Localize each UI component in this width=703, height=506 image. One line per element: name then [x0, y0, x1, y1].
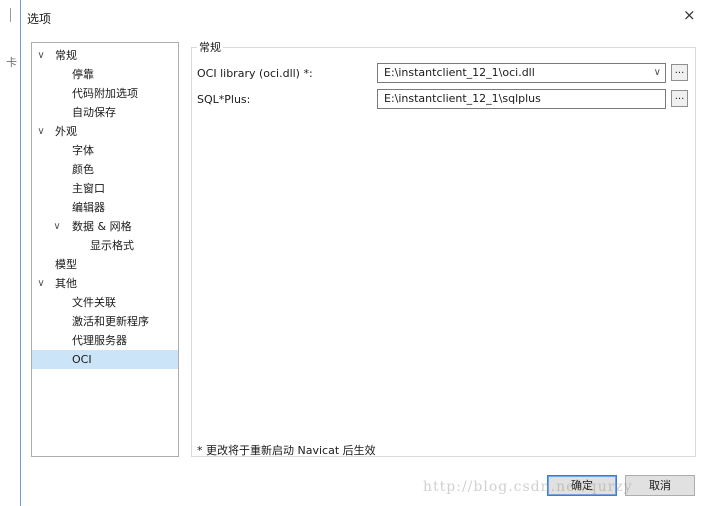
tree-item-activation-update[interactable]: 激活和更新程序	[72, 312, 149, 331]
close-icon[interactable]: ×	[683, 8, 696, 23]
chevron-down-icon[interactable]: ∨	[35, 122, 47, 141]
sqlplus-field[interactable]: E:\instantclient_12_1\sqlplus	[377, 89, 666, 109]
window-edge-mark: 卡	[6, 56, 17, 69]
tree-item-label: 数据 & 网格	[72, 220, 132, 233]
window-edge-tick	[10, 8, 11, 22]
chevron-down-icon[interactable]: ∨	[35, 46, 47, 65]
tree-item-other[interactable]: ∨ 其他	[32, 274, 178, 293]
dialog-title: 选项	[27, 12, 52, 26]
tree-item-display-format[interactable]: 显示格式	[90, 236, 134, 255]
options-tree: ∨ 常规 停靠 代码附加选项 自动保存 ∨ 外观 字体 颜色 主窗口 编辑器 ∨…	[31, 42, 179, 457]
sqlplus-label: SQL*Plus:	[197, 93, 251, 106]
left-window-edge: 卡	[0, 0, 21, 506]
tree-item-oci[interactable]: OCI	[32, 350, 178, 369]
oci-library-label: OCI library (oci.dll) *:	[197, 67, 313, 80]
oci-library-select[interactable]: E:\instantclient_12_1\oci.dll ∨	[377, 63, 666, 83]
tree-item-data-grid[interactable]: ∨ 数据 & 网格	[32, 217, 178, 236]
tree-item-label: 外观	[55, 125, 77, 138]
chevron-down-icon[interactable]: ∨	[654, 64, 661, 82]
tree-item-docking[interactable]: 停靠	[72, 65, 94, 84]
sqlplus-value: E:\instantclient_12_1\sqlplus	[384, 92, 541, 105]
tree-item-color[interactable]: 颜色	[72, 160, 94, 179]
tree-item-model[interactable]: 模型	[55, 255, 77, 274]
cancel-button[interactable]: 取消	[625, 475, 695, 496]
tree-item-main-window[interactable]: 主窗口	[72, 179, 105, 198]
chevron-down-icon[interactable]: ∨	[51, 217, 63, 236]
chevron-down-icon[interactable]: ∨	[35, 274, 47, 293]
tree-item-code-options[interactable]: 代码附加选项	[72, 84, 138, 103]
tree-item-appearance[interactable]: ∨ 外观	[32, 122, 178, 141]
ok-button[interactable]: 确定	[547, 475, 617, 496]
restart-note: * 更改将于重新启动 Navicat 后生效	[197, 444, 376, 457]
tree-item-autosave[interactable]: 自动保存	[72, 103, 116, 122]
tree-item-font[interactable]: 字体	[72, 141, 94, 160]
sqlplus-browse-button[interactable]: ...	[671, 90, 688, 107]
tree-item-proxy-server[interactable]: 代理服务器	[72, 331, 127, 350]
tree-item-label: 其他	[55, 277, 77, 290]
oci-library-browse-button[interactable]: ...	[671, 64, 688, 81]
tree-item-label: OCI	[72, 353, 92, 366]
oci-library-value: E:\instantclient_12_1\oci.dll	[384, 66, 535, 79]
tree-item-editor[interactable]: 编辑器	[72, 198, 105, 217]
tree-item-label: 常规	[55, 49, 77, 62]
tree-item-general[interactable]: ∨ 常规	[32, 46, 178, 65]
tree-item-file-association[interactable]: 文件关联	[72, 293, 116, 312]
group-title: 常规	[197, 39, 223, 55]
